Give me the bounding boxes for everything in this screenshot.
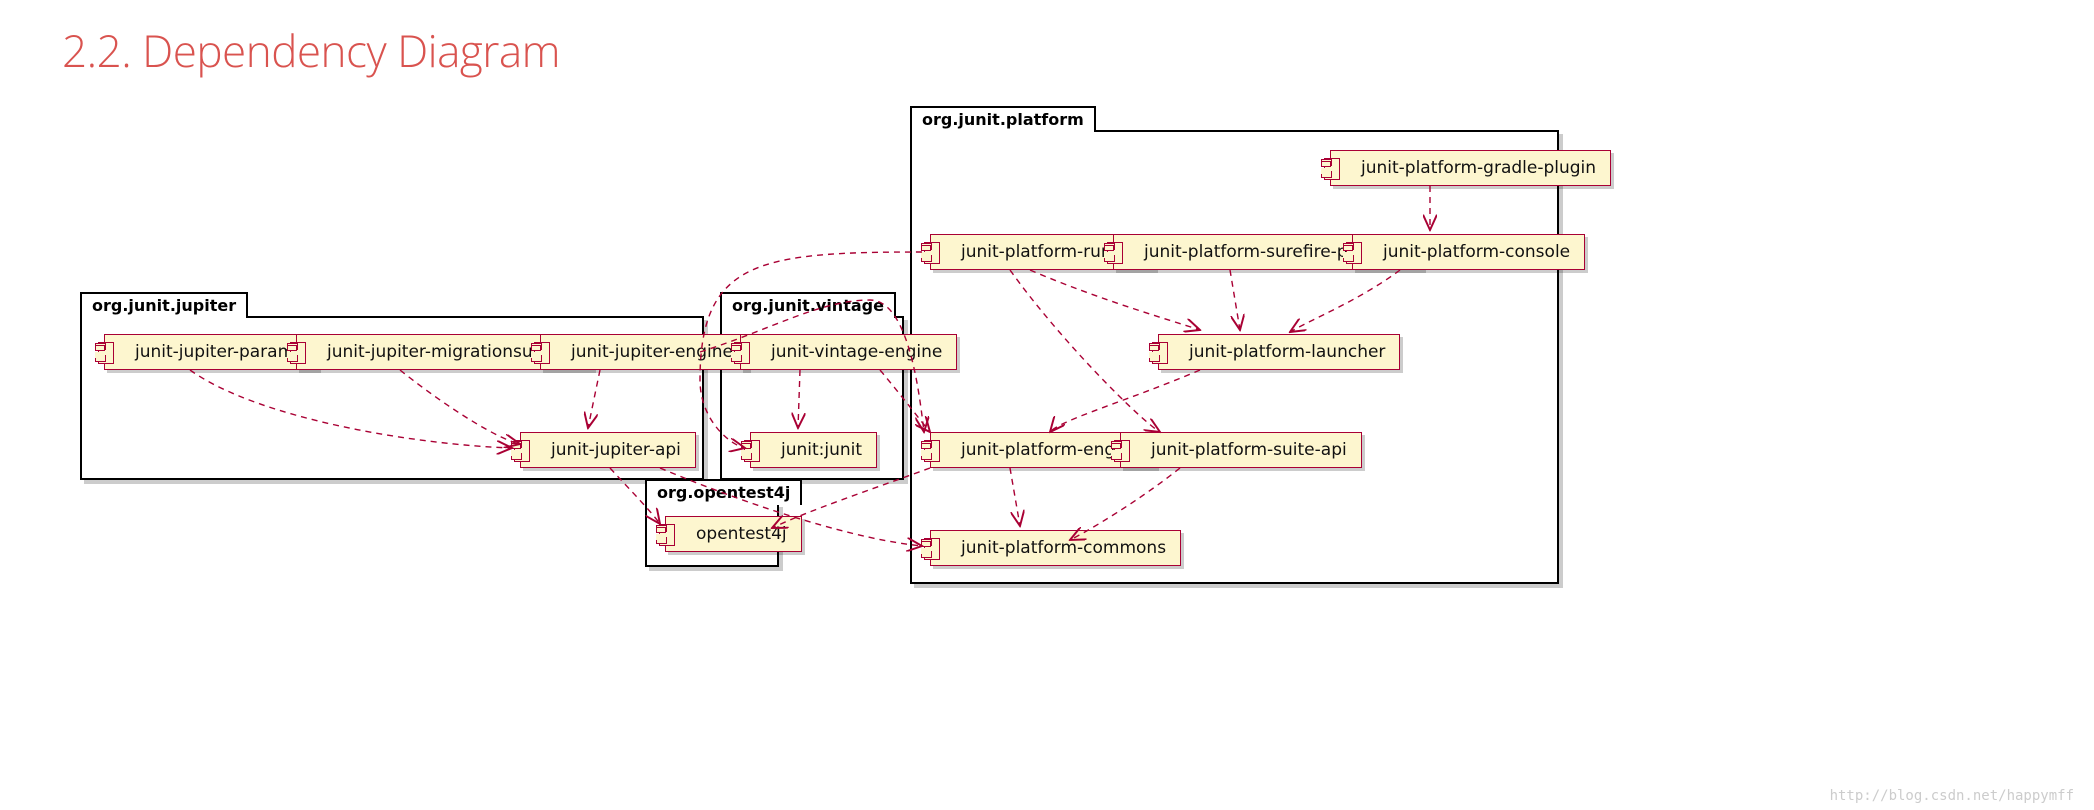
component-junit-jupiter-engine: junit-jupiter-engine xyxy=(540,334,748,370)
package-jupiter-label: org.junit.jupiter xyxy=(80,292,248,318)
component-label: junit-platform-gradle-plugin xyxy=(1361,158,1596,178)
package-opentest4j-label: org.opentest4j xyxy=(645,479,802,505)
component-junit-platform-suite-api: junit-platform-suite-api xyxy=(1120,432,1362,468)
component-junit-jupiter-api: junit-jupiter-api xyxy=(520,432,696,468)
watermark: http://blog.csdn.net/happymff xyxy=(1830,788,2074,804)
package-vintage-label: org.junit.vintage xyxy=(720,292,896,318)
component-opentest4j: opentest4j xyxy=(665,516,802,552)
component-junit-junit: junit:junit xyxy=(750,432,877,468)
component-junit-platform-gradle-plugin: junit-platform-gradle-plugin xyxy=(1330,150,1611,186)
component-label: junit-platform-suite-api xyxy=(1151,440,1347,460)
package-platform-label: org.junit.platform xyxy=(910,106,1096,132)
component-label: junit-jupiter-engine xyxy=(571,342,733,362)
component-label: junit:junit xyxy=(781,440,862,460)
component-label: junit-platform-launcher xyxy=(1189,342,1385,362)
component-junit-platform-console: junit-platform-console xyxy=(1352,234,1585,270)
component-label: junit-platform-console xyxy=(1383,242,1570,262)
component-label: junit-jupiter-params xyxy=(135,342,303,362)
component-junit-platform-launcher: junit-platform-launcher xyxy=(1158,334,1400,370)
component-label: junit-platform-commons xyxy=(961,538,1166,558)
component-junit-jupiter-params: junit-jupiter-params xyxy=(104,334,318,370)
component-junit-platform-commons: junit-platform-commons xyxy=(930,530,1181,566)
component-label: junit-vintage-engine xyxy=(771,342,942,362)
component-label: opentest4j xyxy=(696,524,787,544)
component-junit-vintage-engine: junit-vintage-engine xyxy=(740,334,957,370)
dependency-diagram: org.junit.jupiter org.junit.vintage org.… xyxy=(0,0,2094,810)
component-label: junit-jupiter-api xyxy=(551,440,681,460)
